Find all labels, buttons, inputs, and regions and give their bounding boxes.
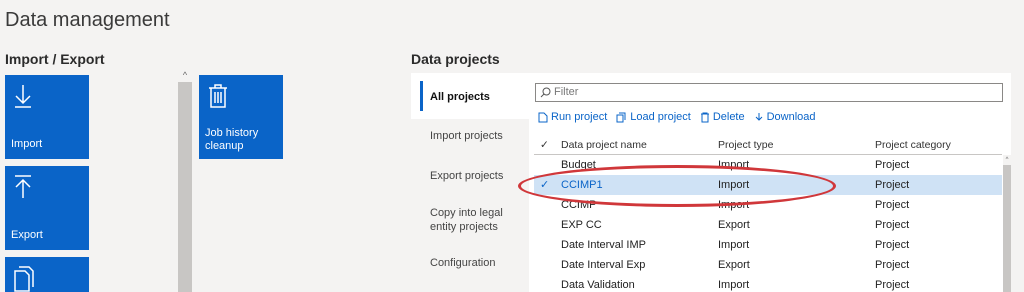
select-all-checkmark-icon[interactable]: ✓ (540, 135, 554, 155)
import-export-title: Import / Export (5, 51, 105, 67)
download-icon (754, 112, 764, 123)
project-nav: All projects Import projects Export proj… (411, 73, 529, 292)
cell-category: Project (875, 159, 910, 171)
table-row[interactable]: Date Interval Exp Export Project (534, 255, 1002, 275)
cell-name: Date Interval IMP (561, 239, 646, 251)
cell-category: Project (875, 259, 910, 271)
delete-button[interactable]: Delete (700, 111, 745, 123)
grid-scroll-up-icon[interactable]: ^ (1003, 155, 1011, 165)
import-tile[interactable]: Import (5, 75, 89, 159)
nav-import-projects[interactable]: Import projects (411, 129, 529, 143)
cell-name: Date Interval Exp (561, 259, 646, 271)
cell-category: Project (875, 239, 910, 251)
search-icon (540, 87, 551, 98)
nav-export-projects[interactable]: Export projects (411, 169, 529, 183)
trash-icon (209, 84, 227, 108)
data-projects-title: Data projects (411, 51, 500, 67)
run-icon (538, 112, 548, 123)
delete-icon (700, 112, 710, 123)
delete-label: Delete (712, 111, 745, 123)
cell-type: Export (718, 219, 750, 231)
grid-scrollbar[interactable]: ^ (1003, 155, 1011, 292)
projects-grid: ✓ Data project name Project type Project… (534, 135, 1002, 292)
cell-type: Export (718, 259, 750, 271)
filter-placeholder: Filter (554, 86, 579, 98)
page-title: Data management (5, 9, 170, 31)
table-row[interactable]: Date Interval IMP Import Project (534, 235, 1002, 255)
col-header-category[interactable]: Project category (875, 135, 951, 155)
download-label: Download (766, 111, 816, 123)
load-project-label: Load project (630, 111, 691, 123)
action-bar: Run project Load project Delete Download (538, 111, 825, 123)
cell-category: Project (875, 199, 910, 211)
copy-icon (14, 266, 34, 292)
filter-input[interactable]: Filter (535, 83, 1003, 102)
job-history-cleanup-tile[interactable]: Job history cleanup (199, 75, 283, 159)
cell-type: Import (718, 279, 750, 291)
col-header-name[interactable]: Data project name (561, 135, 647, 155)
cell-category: Project (875, 279, 910, 291)
export-arrow-icon (15, 175, 31, 198)
col-header-type[interactable]: Project type (718, 135, 773, 155)
cell-category: Project (875, 179, 910, 191)
load-project-button[interactable]: Load project (616, 111, 691, 123)
table-row[interactable]: EXP CC Export Project (534, 215, 1002, 235)
import-arrow-icon (15, 85, 31, 108)
cell-name: Data Validation (561, 279, 635, 291)
nav-copy-into-legal-entity[interactable]: Copy into legal entity projects (411, 206, 516, 234)
run-project-label: Run project (551, 111, 608, 123)
nav-all-projects[interactable]: All projects (411, 73, 529, 119)
copy-tile[interactable] (5, 257, 89, 292)
run-project-button[interactable]: Run project (538, 111, 607, 123)
job-history-cleanup-label: Job history cleanup (205, 127, 259, 152)
export-tile[interactable]: Export (5, 166, 89, 250)
export-tile-label: Export (11, 229, 43, 241)
import-tile-label: Import (11, 138, 43, 150)
load-icon (616, 112, 627, 123)
table-row[interactable]: Data Validation Import Project (534, 275, 1002, 292)
cell-type: Import (718, 239, 750, 251)
scroll-up-icon[interactable]: ^ (178, 68, 192, 82)
cell-name: EXP CC (561, 219, 602, 231)
cell-category: Project (875, 219, 910, 231)
red-highlight-ellipse (518, 165, 836, 207)
grid-header: ✓ Data project name Project type Project… (534, 135, 1002, 155)
nav-configuration[interactable]: Configuration (411, 256, 529, 270)
tiles-scrollbar[interactable]: ^ (178, 68, 192, 292)
download-button[interactable]: Download (754, 111, 816, 123)
